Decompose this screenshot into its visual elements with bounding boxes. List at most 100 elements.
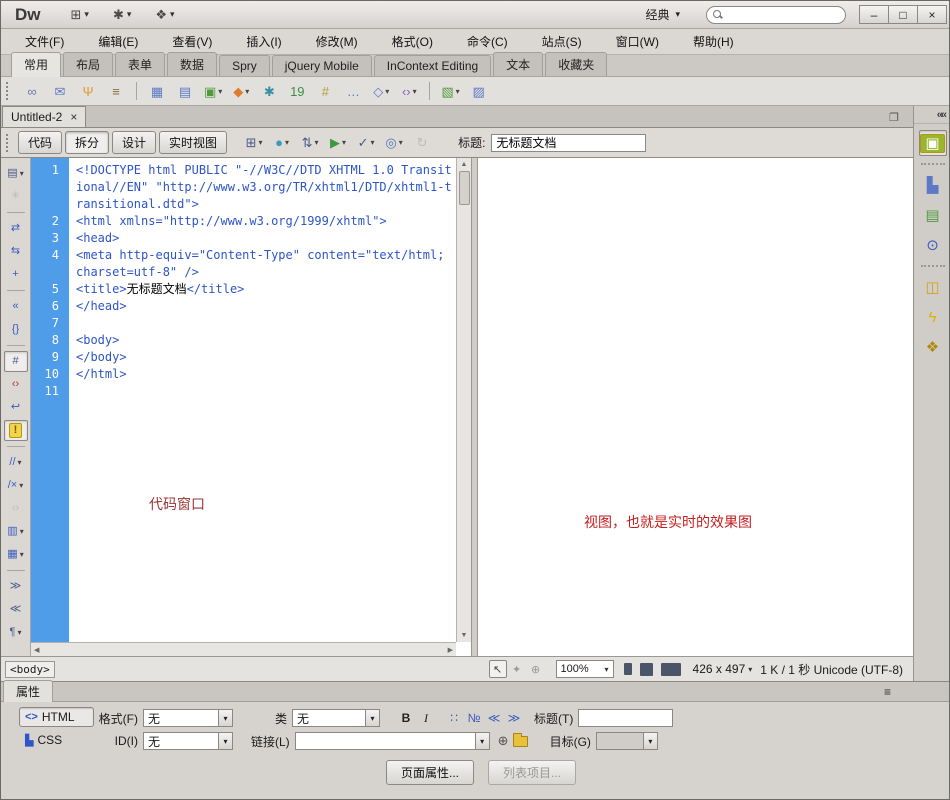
tag-inspector-icon[interactable]: ⊙ xyxy=(919,232,947,258)
code-text[interactable]: <body> xyxy=(69,332,456,349)
css-mode-button[interactable]: ▙ CSS xyxy=(19,730,94,750)
select-parent-tag-icon[interactable]: « xyxy=(4,296,28,317)
media-icon[interactable]: ◆▾ xyxy=(229,80,253,102)
code-text[interactable]: </body> xyxy=(69,349,456,366)
pane-splitter[interactable] xyxy=(471,158,478,656)
multiscreen-icon[interactable]: ⊞▾ xyxy=(242,132,266,154)
menu-item[interactable]: 格式(O) xyxy=(382,30,443,53)
code-text[interactable]: <title>无标题文档</title> xyxy=(69,281,456,298)
tag-selector[interactable]: <body> xyxy=(5,661,55,678)
css-styles-icon[interactable]: ▙ xyxy=(919,172,947,198)
apply-comment-icon[interactable]: //▾ xyxy=(4,452,28,473)
tag-chooser-icon[interactable]: ▨ xyxy=(467,80,491,102)
menu-item[interactable]: 查看(V) xyxy=(162,30,222,53)
table-icon[interactable]: ▦ xyxy=(145,80,169,102)
indent-icon[interactable]: ≫ xyxy=(504,709,524,727)
code-editor[interactable]: 1<!DOCTYPE html PUBLIC "-//W3C//DTD XHTM… xyxy=(31,158,456,642)
browserlab-icon[interactable]: ▣ xyxy=(919,130,947,156)
pointer-tool-icon[interactable]: ↖ xyxy=(489,660,507,678)
named-anchor-icon[interactable]: Ψ xyxy=(76,80,100,102)
tab-properties[interactable]: 属性 xyxy=(3,680,53,702)
menu-item[interactable]: 窗口(W) xyxy=(606,30,669,53)
highlight-invalid-code-icon[interactable]: ‹› xyxy=(4,374,28,395)
scroll-up-icon[interactable]: ▲ xyxy=(461,158,468,171)
head-icon[interactable]: ◇▾ xyxy=(369,80,393,102)
format-source-code-icon[interactable]: ¶▾ xyxy=(4,622,28,643)
widget-icon[interactable]: ✱ xyxy=(257,80,281,102)
code-text[interactable]: <meta http-equiv="Content-Type" content=… xyxy=(69,247,456,281)
search-box[interactable] xyxy=(706,6,846,24)
scroll-left-icon[interactable]: ◀ xyxy=(34,646,39,654)
horizontal-rule-icon[interactable]: ≡ xyxy=(104,80,128,102)
zoom-tool-icon[interactable]: ⊕ xyxy=(527,660,545,678)
remove-comment-icon[interactable]: /×▾ xyxy=(4,475,28,496)
visual-aids-icon[interactable]: ◎▾ xyxy=(382,132,406,154)
live-view-icon[interactable]: ▶▾ xyxy=(326,132,350,154)
preview-browser-icon[interactable]: ●▾ xyxy=(270,132,294,154)
syntax-error-alerts-icon[interactable]: ! xyxy=(4,420,28,441)
page-properties-button[interactable]: 页面属性... xyxy=(386,760,474,785)
insert-div-icon[interactable]: ▤ xyxy=(173,80,197,102)
insert-tab[interactable]: 文本 xyxy=(493,52,543,76)
image-icon[interactable]: ▣▾ xyxy=(201,80,225,102)
design-view-button[interactable]: 设计 xyxy=(112,131,156,154)
insert-tab[interactable]: 常用 xyxy=(11,52,61,77)
move-convert-css-icon[interactable]: ▦▾ xyxy=(4,544,28,565)
code-text[interactable]: <head> xyxy=(69,230,456,247)
browse-folder-icon[interactable] xyxy=(513,736,528,747)
html-mode-button[interactable]: <> HTML xyxy=(19,707,94,727)
server-behaviors-icon[interactable]: ϟ xyxy=(919,304,947,330)
menu-item[interactable]: 文件(F) xyxy=(15,30,74,53)
script-icon[interactable]: ‹›▾ xyxy=(397,80,421,102)
class-select[interactable]: 无▾ xyxy=(292,709,380,727)
menu-item[interactable]: 插入(I) xyxy=(236,30,291,53)
menu-item[interactable]: 修改(M) xyxy=(306,30,368,53)
title-attr-input[interactable] xyxy=(578,709,673,727)
collapse-full-tag-icon[interactable]: ⇄ xyxy=(4,218,28,239)
menu-item[interactable]: 帮助(H) xyxy=(683,30,744,53)
code-text[interactable] xyxy=(69,315,456,332)
close-button[interactable]: × xyxy=(917,5,947,24)
balance-braces-icon[interactable]: {} xyxy=(4,319,28,340)
id-select[interactable]: 无▾ xyxy=(143,732,233,750)
layout-switcher-icon[interactable]: ⊞▾ xyxy=(71,7,89,23)
collapse-selection-icon[interactable]: ⇆ xyxy=(4,241,28,262)
search-input[interactable] xyxy=(726,8,826,22)
split-view-button[interactable]: 拆分 xyxy=(65,131,109,154)
ordered-list-icon[interactable]: № xyxy=(464,709,484,727)
live-view-button[interactable]: 实时视图 xyxy=(159,131,227,154)
code-text[interactable]: <!DOCTYPE html PUBLIC "-//W3C//DTD XHTML… xyxy=(69,162,456,213)
maximize-button[interactable]: □ xyxy=(888,5,918,24)
email-link-icon[interactable]: ✉ xyxy=(48,80,72,102)
unordered-list-icon[interactable]: ∷ xyxy=(444,709,464,727)
code-vertical-scrollbar[interactable]: ▲ ▼ xyxy=(456,158,471,642)
file-management-icon[interactable]: ⇅▾ xyxy=(298,132,322,154)
hyperlink-icon[interactable]: ∞ xyxy=(20,80,44,102)
open-documents-icon[interactable]: ▤▾ xyxy=(4,163,28,184)
italic-button[interactable]: I xyxy=(416,709,436,727)
check-page-icon[interactable]: ✓▾ xyxy=(354,132,378,154)
date-icon[interactable]: 19 xyxy=(285,80,309,102)
insert-tab[interactable]: 表单 xyxy=(115,52,165,76)
line-numbers-icon[interactable]: # xyxy=(4,351,28,372)
code-text[interactable]: </html> xyxy=(69,366,456,383)
document-title-input[interactable] xyxy=(491,134,646,152)
bold-button[interactable]: B xyxy=(396,709,416,727)
databases-icon[interactable]: ◫ xyxy=(919,274,947,300)
outdent-code-icon[interactable]: ≪ xyxy=(4,599,28,620)
code-text[interactable]: </head> xyxy=(69,298,456,315)
zoom-level-select[interactable]: 100%▾ xyxy=(556,660,614,678)
scroll-right-icon[interactable]: ▶ xyxy=(448,646,453,654)
server-include-icon[interactable]: # xyxy=(313,80,337,102)
menu-item[interactable]: 编辑(E) xyxy=(88,30,148,53)
templates-icon[interactable]: ▧▾ xyxy=(438,80,462,102)
minimize-button[interactable]: – xyxy=(859,5,889,24)
code-text[interactable]: <html xmlns="http://www.w3.org/1999/xhtm… xyxy=(69,213,456,230)
insert-tab[interactable]: jQuery Mobile xyxy=(272,55,372,76)
document-tab[interactable]: Untitled-2 × xyxy=(2,106,86,127)
restore-window-icon[interactable]: ❐ xyxy=(889,111,899,124)
point-to-file-icon[interactable]: ⊕ xyxy=(498,733,509,749)
insert-tab[interactable]: 数据 xyxy=(167,52,217,76)
insert-tab[interactable]: 收藏夹 xyxy=(545,52,607,76)
close-tab-icon[interactable]: × xyxy=(70,110,77,124)
